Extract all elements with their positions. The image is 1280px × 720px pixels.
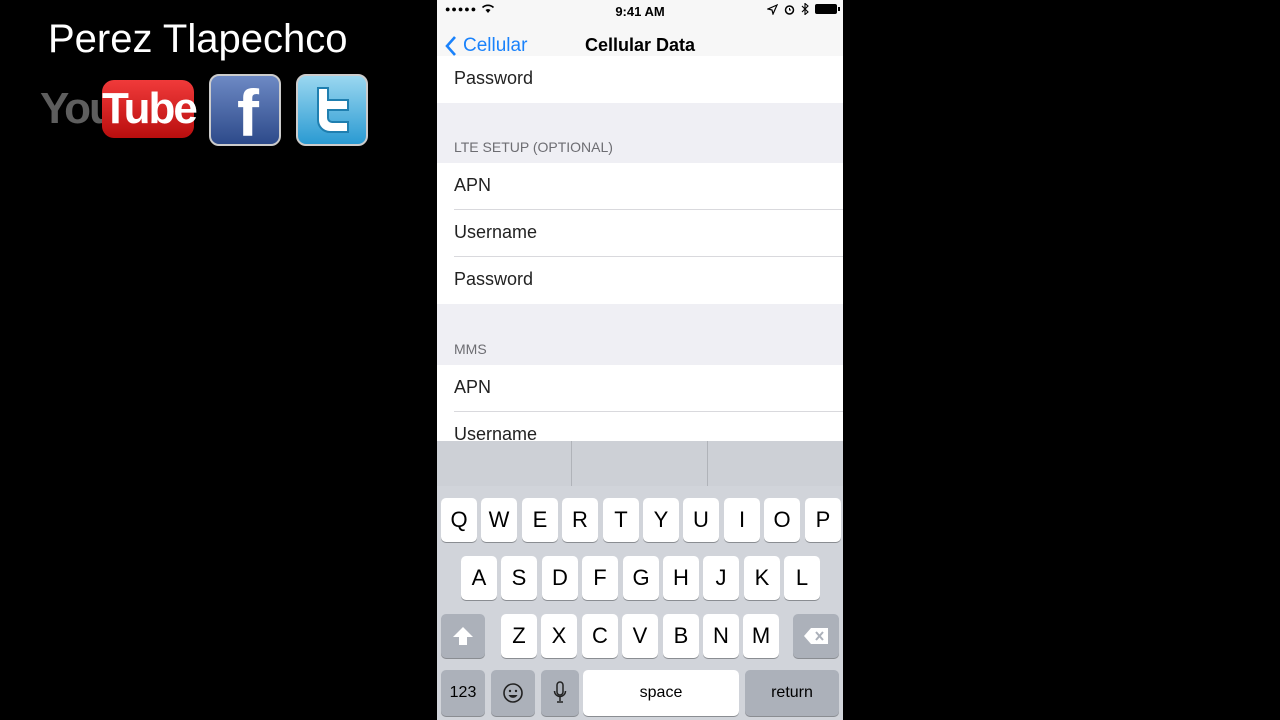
key-q[interactable]: Q: [441, 498, 477, 542]
key-b[interactable]: B: [663, 614, 699, 658]
page-title: Cellular Data: [584, 35, 696, 55]
apn-password-cell[interactable]: Password: [437, 56, 843, 103]
twitter-icon: [296, 74, 368, 146]
key-v[interactable]: V: [622, 614, 658, 658]
cell-label: Username: [454, 222, 538, 242]
lte-apn-cell[interactable]: APN: [437, 163, 843, 210]
microphone-icon: [553, 681, 567, 703]
status-bar: ●●●●● 9:41 AM: [437, 0, 843, 22]
facebook-icon: f: [209, 74, 281, 150]
cell-label: Password: [454, 68, 534, 88]
cell-label: APN: [454, 377, 492, 397]
phone-screen: ●●●●● 9:41 AM Cellular Cellular Data Pas…: [437, 0, 843, 720]
key-a[interactable]: A: [461, 556, 497, 600]
lte-password-input[interactable]: [577, 265, 821, 297]
key-m[interactable]: M: [743, 614, 779, 658]
numbers-key[interactable]: 123: [441, 670, 485, 716]
backspace-icon: [804, 628, 828, 644]
key-k[interactable]: K: [744, 556, 780, 600]
mms-apn-input[interactable]: [577, 373, 821, 405]
lte-username-input[interactable]: [577, 218, 821, 250]
shift-key[interactable]: [441, 614, 485, 658]
key-f[interactable]: F: [582, 556, 618, 600]
cell-label: Password: [454, 269, 534, 289]
video-frame: Perez Tlapechco You Tube f ●●●●● 9:41 AM: [0, 0, 1280, 720]
space-key[interactable]: space: [583, 670, 739, 716]
key-j[interactable]: J: [703, 556, 739, 600]
key-x[interactable]: X: [541, 614, 577, 658]
key-d[interactable]: D: [542, 556, 578, 600]
lte-username-cell[interactable]: Username: [437, 210, 843, 257]
key-i[interactable]: I: [724, 498, 760, 542]
key-l[interactable]: L: [784, 556, 820, 600]
lte-apn-input[interactable]: [577, 171, 821, 203]
emoji-key[interactable]: [491, 670, 535, 716]
battery-icon: [815, 4, 840, 14]
youtube-logo: You Tube: [40, 78, 198, 140]
bluetooth-icon: [801, 3, 809, 15]
key-u[interactable]: U: [683, 498, 719, 542]
youtube-logo-tube: Tube: [102, 80, 198, 138]
key-g[interactable]: G: [623, 556, 659, 600]
channel-name: Perez Tlapechco: [48, 17, 348, 61]
key-z[interactable]: Z: [501, 614, 537, 658]
delete-key[interactable]: [793, 614, 839, 658]
mms-apn-cell[interactable]: APN: [437, 365, 843, 412]
key-h[interactable]: H: [663, 556, 699, 600]
keyboard: 123 space return QWERTYUIOP ASDFGHJKL ZXCV…: [437, 486, 843, 720]
facebook-icon-glyph: f: [237, 76, 259, 150]
key-y[interactable]: Y: [643, 498, 679, 542]
key-e[interactable]: E: [522, 498, 558, 542]
lte-password-cell[interactable]: Password: [437, 257, 843, 304]
apn-password-input[interactable]: [577, 64, 821, 96]
key-p[interactable]: P: [805, 498, 841, 542]
key-t[interactable]: T: [603, 498, 639, 542]
emoji-icon: [503, 683, 523, 703]
key-o[interactable]: O: [764, 498, 800, 542]
key-n[interactable]: N: [703, 614, 739, 658]
predictive-text-bar: [437, 441, 843, 486]
dictation-key[interactable]: [541, 670, 579, 716]
key-r[interactable]: R: [562, 498, 598, 542]
cell-label: APN: [454, 175, 492, 195]
location-arrow-icon: [767, 3, 778, 15]
mms-header: MMS: [454, 341, 487, 357]
alarm-icon: [784, 4, 795, 15]
key-w[interactable]: W: [481, 498, 517, 542]
key-s[interactable]: S: [501, 556, 537, 600]
lte-setup-header: LTE SETUP (OPTIONAL): [454, 139, 613, 155]
shift-arrow-icon: [453, 627, 473, 645]
return-key[interactable]: return: [745, 670, 839, 716]
key-c[interactable]: C: [582, 614, 618, 658]
